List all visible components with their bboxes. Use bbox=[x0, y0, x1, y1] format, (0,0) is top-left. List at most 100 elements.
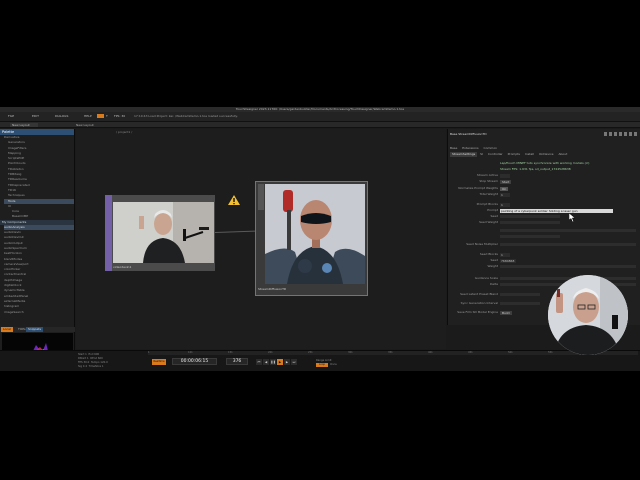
menu-help[interactable]: HELP bbox=[84, 114, 92, 118]
stream-active-field[interactable] bbox=[500, 173, 510, 178]
timeline-settings: Start 1 End 600 RStart 1 REnd 600 FPS 30… bbox=[78, 353, 108, 369]
param-slider[interactable] bbox=[500, 235, 560, 238]
layout-selector[interactable]: New Layout bbox=[10, 123, 38, 127]
tab-controller[interactable]: Controller bbox=[486, 152, 505, 157]
tab-prompts[interactable]: Prompts bbox=[506, 152, 522, 157]
layout-name[interactable]: New Layout bbox=[76, 123, 94, 127]
frame-display[interactable]: 376 bbox=[226, 358, 248, 365]
info-value[interactable]: 1 bbox=[102, 365, 104, 368]
tab-si[interactable]: SI bbox=[478, 152, 485, 157]
node-streamdiffusiontd[interactable]: StreamDiffusionTD bbox=[255, 181, 368, 296]
param-label: Prompt bbox=[487, 208, 498, 212]
prompt-blocks-field[interactable]: 1 bbox=[500, 202, 510, 207]
weight-slider[interactable] bbox=[500, 265, 636, 268]
param-row: Weight bbox=[448, 264, 640, 269]
info-value[interactable]: 4 4 bbox=[83, 365, 87, 368]
tab-base[interactable]: Base bbox=[450, 146, 457, 150]
menu-dialogs[interactable]: DIALOGS bbox=[55, 114, 68, 118]
component-item[interactable]: imageSearch bbox=[4, 310, 74, 315]
param-label: Weight bbox=[487, 264, 498, 268]
param-row: Prompt Blocks 1 bbox=[448, 202, 640, 207]
interval-slider[interactable] bbox=[500, 302, 540, 305]
palette-panel: Palette Derivative Generators ImageFilte… bbox=[0, 129, 75, 371]
range-limit-label: Range Limit bbox=[316, 359, 332, 362]
step-back-button[interactable]: ◀ bbox=[263, 359, 269, 365]
blend-slider[interactable] bbox=[500, 293, 540, 296]
fast-forward-button[interactable]: ⏭ bbox=[291, 359, 297, 365]
operator-title: Base StreamDiffusionTD bbox=[450, 132, 487, 136]
presenter-image bbox=[548, 275, 628, 355]
info-value[interactable]: 600 bbox=[94, 353, 99, 356]
node-videodevin[interactable]: videodevin1 bbox=[105, 195, 240, 271]
param-label: Seed Blocks bbox=[479, 252, 498, 256]
fps-display: FPS: 30 bbox=[114, 114, 126, 118]
tick-label: 151 bbox=[228, 351, 233, 354]
param-row: Seed bbox=[448, 214, 640, 219]
seed-weight-slider[interactable] bbox=[500, 221, 560, 224]
tab-install[interactable]: Install bbox=[523, 152, 536, 157]
info-label: End bbox=[88, 353, 94, 356]
info-value[interactable]: 30.0 bbox=[84, 361, 90, 364]
param-row bbox=[448, 234, 640, 239]
menu-edit[interactable]: EDIT bbox=[32, 114, 39, 118]
seed-value-field[interactable]: 7684868 bbox=[500, 258, 516, 263]
pause-button[interactable]: ❚❚ bbox=[270, 359, 276, 365]
tick-label: 301 bbox=[348, 351, 353, 354]
perform-toggle[interactable]: T bbox=[106, 114, 108, 118]
node-connection bbox=[215, 230, 257, 233]
timecode-toggle[interactable] bbox=[97, 114, 104, 118]
menu-file[interactable]: FILE bbox=[8, 114, 14, 118]
noise-slider[interactable] bbox=[500, 243, 636, 246]
once-button[interactable]: Once bbox=[330, 363, 337, 366]
timeline-ruler[interactable]: 1 101 151 201 251 301 351 401 451 501 55… bbox=[148, 351, 638, 355]
timecode-display[interactable]: 00:00:06:15 bbox=[172, 358, 217, 365]
tick-label: 401 bbox=[428, 351, 433, 354]
info-value[interactable]: 120.0 bbox=[100, 361, 107, 364]
normalize-toggle[interactable]: On bbox=[500, 186, 509, 191]
info-value[interactable]: 1 bbox=[87, 357, 89, 360]
tab-local[interactable]: Local bbox=[1, 327, 13, 332]
param-label: Seed Weight bbox=[479, 220, 498, 224]
param-label: Save Film SD Model Engine bbox=[457, 310, 498, 314]
play-button[interactable]: ▶ bbox=[277, 359, 283, 365]
info-value[interactable]: 1 bbox=[85, 353, 87, 356]
param-row: Guidance Scale bbox=[448, 276, 640, 281]
rewind-button[interactable]: ⏮ bbox=[256, 359, 262, 365]
total-weight-field[interactable]: 1 bbox=[500, 192, 510, 197]
separator-bar bbox=[500, 229, 636, 232]
tab-extensions[interactable]: Extensions bbox=[462, 146, 478, 150]
stop-stream-button[interactable]: Start bbox=[500, 179, 512, 184]
tab-common[interactable]: Common bbox=[484, 146, 498, 150]
panel-icons[interactable] bbox=[604, 132, 638, 136]
info-value[interactable]: 600 bbox=[98, 357, 103, 360]
param-label: Sync Generation Interval bbox=[460, 301, 498, 305]
param-label: Seed Latent Preset Blend bbox=[460, 292, 498, 296]
network-editor[interactable]: / project1 / videodevin1 StreamDiffusion… bbox=[76, 129, 446, 349]
tab-about[interactable]: About bbox=[556, 152, 569, 157]
param-row: Total Weight 1 bbox=[448, 192, 640, 197]
prompt-input[interactable]: painting of a cyberpunk soldier holding … bbox=[500, 208, 613, 213]
loop-button[interactable]: Loop bbox=[316, 363, 328, 367]
app-window: TouchDesigner 2023.11760: /Users/gardenb… bbox=[0, 107, 640, 371]
tick-label: 501 bbox=[508, 351, 513, 354]
step-forward-button[interactable]: ▶ bbox=[284, 359, 290, 365]
node-toolbar[interactable] bbox=[258, 184, 264, 210]
info-label: RStart bbox=[78, 357, 87, 360]
tab-snippets[interactable]: Snippets bbox=[26, 327, 44, 332]
param-label: Seed bbox=[490, 258, 499, 262]
tab-streamsettings[interactable]: StreamSettings bbox=[450, 152, 478, 157]
param-row: Normalize Prompt Weights On bbox=[448, 186, 640, 191]
param-label: Normalize Prompt Weights bbox=[458, 186, 498, 190]
timecode-mode-button[interactable]: Realtime bbox=[152, 359, 166, 365]
build-engine-button[interactable]: Build bbox=[500, 310, 512, 315]
seed-slider[interactable] bbox=[500, 215, 560, 218]
param-row: Seed Weight bbox=[448, 220, 640, 225]
tick-label: 451 bbox=[468, 351, 473, 354]
seed-blocks-field[interactable]: 1 bbox=[500, 252, 510, 257]
network-path[interactable]: / project1 / bbox=[116, 130, 132, 134]
layout-bar: New Layout New Layout bbox=[0, 122, 640, 128]
status-line: Lap/Pouch MINEF tuto synchronize with wo… bbox=[500, 160, 590, 165]
cyberpunk-soldier-image bbox=[265, 184, 365, 284]
warning-icon[interactable] bbox=[228, 195, 240, 205]
tab-ondevice[interactable]: OnDevice bbox=[537, 152, 556, 157]
